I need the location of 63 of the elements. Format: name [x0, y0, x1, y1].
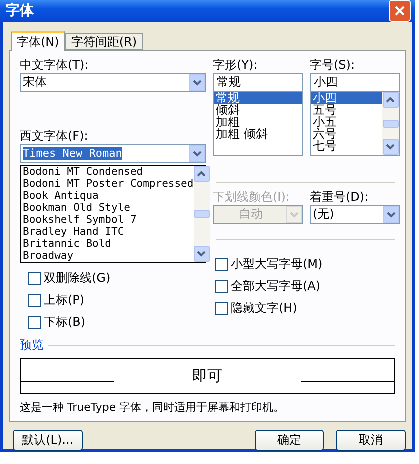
scrollbar[interactable] [382, 92, 399, 155]
tab[interactable]: 字体(N) [11, 31, 66, 51]
checkbox-label: 小型大写字母(M) [231, 256, 323, 273]
checkbox-label: 隐藏文字(H) [231, 300, 298, 317]
dropdown-caret-icon [192, 150, 202, 156]
list-item[interactable]: 加粗 [214, 116, 302, 128]
list-item[interactable]: Book Antiqua [21, 190, 194, 202]
list-item[interactable]: 倾斜 [214, 104, 302, 116]
checkbox[interactable] [215, 302, 228, 315]
checkbox[interactable] [215, 258, 228, 271]
list-item[interactable]: 六号 [311, 128, 382, 140]
checkbox[interactable] [28, 294, 41, 307]
dropdown-caret-icon [192, 80, 202, 86]
list-item[interactable]: Bodoni MT Poster Compressed [21, 178, 194, 190]
scroll-down-icon [386, 144, 395, 150]
list-item[interactable]: 加粗 倾斜 [214, 128, 302, 140]
checkbox-label: 上标(P) [44, 292, 85, 309]
text-field[interactable]: 小四 [310, 73, 400, 92]
field-label: 字形(Y): [213, 57, 259, 73]
dropdown-field[interactable]: 宋体 [20, 73, 206, 92]
list-item[interactable]: 七号 [311, 140, 382, 152]
field-label: 西文字体(F): [20, 128, 90, 144]
list-item[interactable]: 五号 [311, 104, 382, 116]
checkbox-label: 双删除线(G) [44, 270, 111, 287]
dropdown-field[interactable]: (无) [310, 205, 400, 224]
scroll-up-icon [197, 171, 206, 177]
list-item[interactable]: Bookshelf Symbol 7 [21, 214, 194, 226]
text-field[interactable]: 常规 [213, 73, 303, 92]
list-item[interactable]: Bradley Hand ITC [21, 226, 194, 238]
checkbox-label: 下标(B) [44, 314, 86, 331]
checkbox[interactable] [28, 272, 41, 285]
scrollbar[interactable] [194, 166, 210, 262]
dialog-button[interactable]: 取消 [336, 430, 406, 451]
checkbox[interactable] [28, 316, 41, 329]
field-label: 字号(S): [310, 57, 356, 73]
dialog-button[interactable]: 默认(L)... [13, 430, 83, 451]
scroll-down-icon [197, 251, 206, 257]
list-item[interactable]: Britannic Bold [21, 238, 194, 250]
field-label: 着重号(D): [310, 189, 370, 205]
dialog-button[interactable]: 确定 [254, 430, 324, 451]
dropdown-caret-icon [290, 212, 298, 218]
list-item[interactable]: 常规 [214, 92, 302, 104]
field-label: 中文字体(T): [20, 57, 90, 73]
description-text: 这是一种 TrueType 字体，同时适用于屏幕和打印机。 [20, 400, 286, 415]
list-item[interactable]: Broadway [21, 250, 194, 262]
list-item[interactable]: Bookman Old Style [21, 202, 194, 214]
scroll-thumb[interactable] [382, 120, 398, 128]
scroll-up-icon [386, 97, 395, 103]
tab[interactable]: 字符间距(R) [65, 33, 144, 50]
checkbox[interactable] [215, 280, 228, 293]
list-item[interactable]: 小五 [311, 116, 382, 128]
dropdown-caret-icon [386, 212, 396, 218]
close-icon [395, 6, 405, 16]
list-item[interactable]: 小四 [311, 92, 382, 104]
preview-text: 即可 [192, 366, 224, 386]
close-button[interactable] [389, 0, 411, 22]
scroll-thumb[interactable] [194, 210, 210, 218]
group-label: 预览 [20, 337, 44, 354]
checkbox-label: 全部大写字母(A) [231, 278, 321, 295]
dropdown-field[interactable]: Times New Roman [20, 144, 206, 163]
window-title: 字体 [6, 2, 34, 20]
list-item[interactable]: Bodoni MT Condensed [21, 166, 194, 178]
field-label: 下划线颜色(I): [213, 189, 291, 205]
